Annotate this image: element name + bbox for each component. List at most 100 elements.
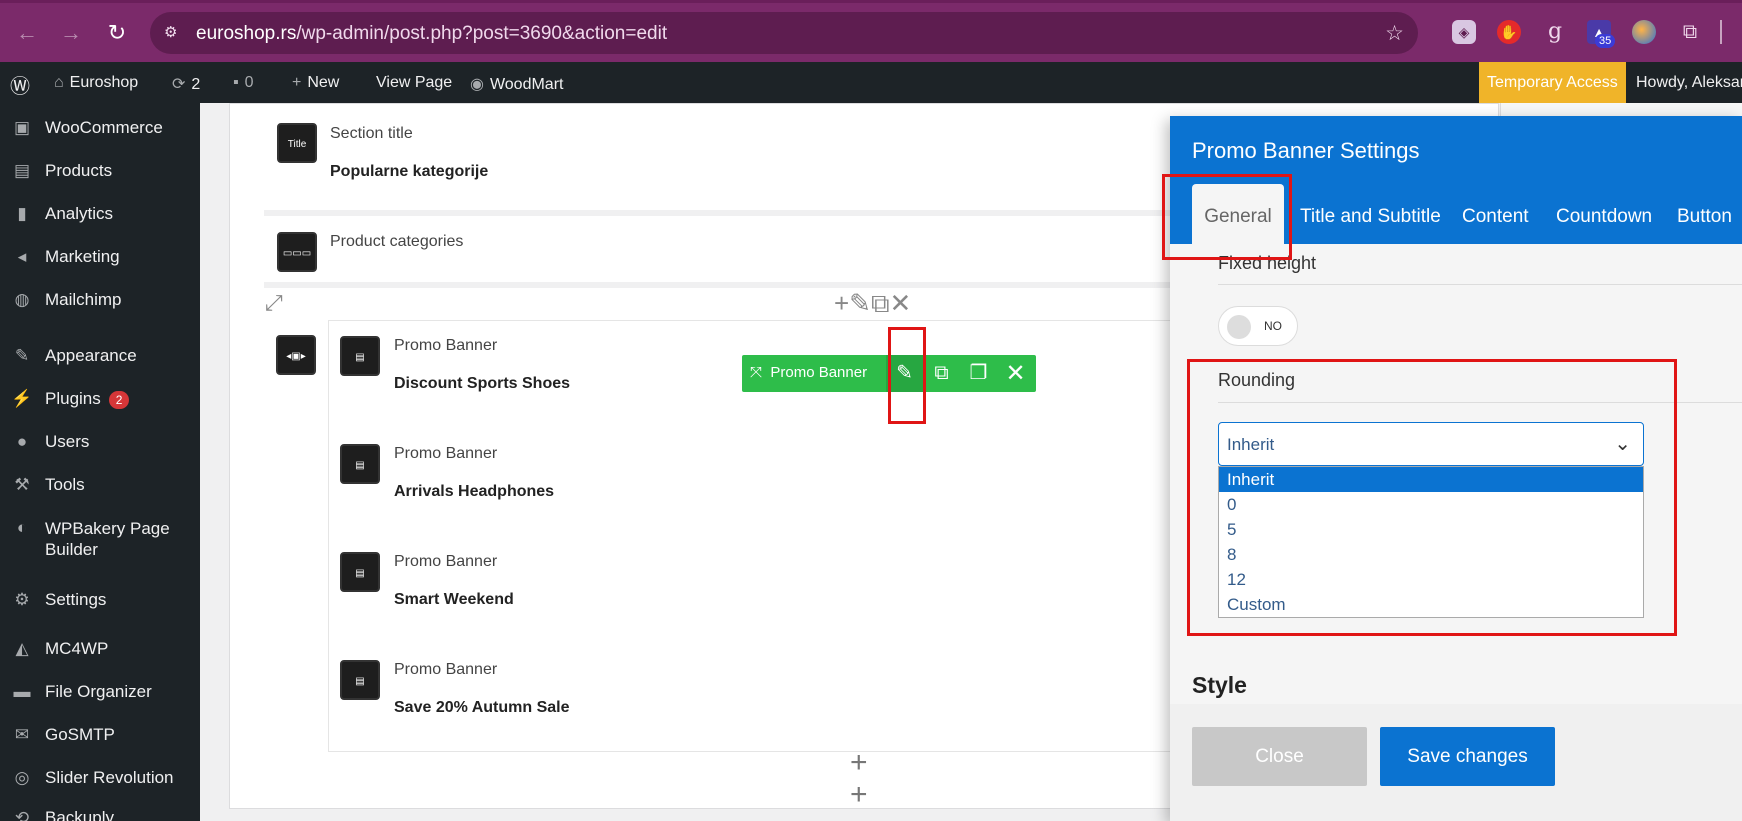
products-icon: ▤ bbox=[13, 161, 31, 180]
mc4wp-icon: ◭ bbox=[15, 639, 29, 658]
promo-banner-value: Discount Sports Shoes bbox=[394, 375, 571, 392]
sidebar-item-backuply[interactable]: ⟲ Backuply bbox=[10, 808, 114, 821]
edit-pencil-icon[interactable]: ✎ bbox=[886, 355, 923, 392]
view-page-link[interactable]: View Page bbox=[376, 74, 452, 92]
temporary-access-link[interactable]: Temporary Access bbox=[1479, 62, 1626, 103]
tab-content[interactable]: Content bbox=[1462, 206, 1529, 228]
mail-icon: ✉ bbox=[14, 725, 30, 744]
promo-banner-element[interactable]: ▤ Promo Banner Smart Weekend bbox=[340, 552, 1210, 632]
sidebar-item-label: Plugins bbox=[45, 389, 101, 408]
promo-banner-element[interactable]: ▤ Promo Banner Arrivals Headphones bbox=[340, 444, 1210, 524]
section-title-value: Popularne kategorije bbox=[330, 163, 489, 180]
wordpress-logo-icon[interactable]: Ⓦ bbox=[10, 70, 30, 99]
rounding-option[interactable]: 5 bbox=[1219, 517, 1643, 542]
toolbar-divider bbox=[1720, 20, 1722, 44]
rounding-option[interactable]: Inherit bbox=[1219, 467, 1643, 492]
grammar-extension-icon[interactable]: g bbox=[1543, 20, 1567, 44]
sidebar-item-mc4wp[interactable]: ◭ MC4WP bbox=[10, 639, 108, 661]
extension-badge: 35 bbox=[1595, 34, 1616, 48]
rounding-option[interactable]: 0 bbox=[1219, 492, 1643, 517]
megaphone-icon: ◂ bbox=[17, 247, 27, 266]
plus-icon: + bbox=[292, 74, 302, 91]
woodmart-link[interactable]: ◉ WoodMart bbox=[470, 74, 563, 94]
tab-strip bbox=[0, 0, 1742, 3]
ball-extension-icon[interactable] bbox=[1632, 20, 1656, 44]
comments-link[interactable]: ▪ 0 bbox=[233, 74, 254, 92]
add-row-button[interactable]: + bbox=[850, 778, 868, 812]
bookmark-star-icon[interactable]: ☆ bbox=[1385, 21, 1404, 46]
sidebar-item-appearance[interactable]: ✎ Appearance bbox=[10, 346, 137, 368]
sidebar-item-wpbakery-page[interactable]: ◐ WPBakery Page Builder bbox=[10, 518, 170, 559]
updates-link[interactable]: ⟳ 2 bbox=[172, 74, 200, 94]
delete-icon[interactable]: ✕ bbox=[997, 355, 1034, 392]
sidebar-item-marketing[interactable]: ◂ Marketing bbox=[10, 247, 120, 269]
promo-banner-carousel-icon: ◂▣▸ bbox=[276, 335, 316, 375]
expand-row-icon[interactable]: ⤢ bbox=[265, 290, 283, 316]
shield-extension-icon[interactable]: ◈ bbox=[1452, 20, 1476, 44]
tab-countdown[interactable]: Countdown bbox=[1556, 206, 1652, 228]
sidebar-item-gosmtp[interactable]: ✉ GoSMTP bbox=[10, 725, 115, 747]
rounding-label: Rounding bbox=[1218, 370, 1296, 390]
sidebar-item-file-organizer[interactable]: ▬ File Organizer bbox=[10, 682, 152, 704]
modal-header: Promo Banner Settings General Title and … bbox=[1170, 116, 1742, 244]
sidebar-item-users[interactable]: ● Users bbox=[10, 432, 90, 454]
fixed-height-toggle[interactable]: NO bbox=[1218, 306, 1298, 346]
sidebar-item-label: Analytics bbox=[45, 204, 114, 223]
site-info-icon[interactable]: ⚙ bbox=[164, 23, 186, 43]
rounding-option[interactable]: 12 bbox=[1219, 567, 1643, 592]
url-domain: euroshop.rs bbox=[196, 23, 297, 44]
address-bar[interactable]: ⚙ euroshop.rs/wp-admin/post.php?post=369… bbox=[150, 12, 1418, 54]
promo-banner-toolbar[interactable]: ⤧ Promo Banner ✎ ⧉ ❐ ✕ bbox=[742, 355, 1036, 392]
reload-icon[interactable]: ↻ bbox=[104, 20, 130, 46]
sidebar-item-label: Appearance bbox=[45, 346, 137, 365]
rounding-option[interactable]: 8 bbox=[1219, 542, 1643, 567]
fixed-height-label: Fixed height bbox=[1218, 253, 1317, 273]
sidebar-item-analytics[interactable]: ▮ Analytics bbox=[10, 204, 113, 226]
sidebar-item-tools[interactable]: ⚒ Tools bbox=[10, 475, 84, 497]
promo-banner-icon: ▤ bbox=[340, 336, 380, 376]
tab-title-and-subtitle[interactable]: Title and Subtitle bbox=[1300, 206, 1441, 228]
updates-count: 2 bbox=[191, 76, 201, 93]
clone-icon[interactable]: ⧉ bbox=[923, 355, 960, 392]
close-button[interactable]: Close bbox=[1192, 727, 1367, 786]
tab-button[interactable]: Button bbox=[1677, 206, 1732, 228]
user-icon: ● bbox=[16, 432, 28, 451]
sidebar-item-label: Slider Revolution bbox=[45, 768, 174, 787]
rounding-option[interactable]: Custom bbox=[1219, 592, 1643, 617]
sidebar-item-label: Users bbox=[45, 432, 90, 451]
sidebar-item-slider-revolution[interactable]: ◎ Slider Revolution bbox=[10, 768, 174, 790]
red-extension-icon[interactable]: ✋ bbox=[1497, 20, 1521, 44]
tab-general[interactable]: General bbox=[1192, 184, 1284, 244]
new-content-link[interactable]: + New bbox=[292, 74, 339, 92]
back-icon[interactable]: ← bbox=[14, 20, 40, 46]
analytics-icon: ▮ bbox=[17, 204, 27, 223]
sidebar-item-plugins[interactable]: ⚡ Plugins 2 bbox=[10, 389, 130, 411]
site-name-link[interactable]: ⌂ Euroshop bbox=[54, 74, 138, 92]
rounding-select[interactable]: Inherit ⌄ bbox=[1218, 422, 1644, 466]
sidebar-item-woocommerce[interactable]: ▣ WooCommerce bbox=[10, 118, 163, 140]
toolbar-label[interactable]: ⤧ Promo Banner bbox=[750, 364, 867, 381]
brush-icon: ✎ bbox=[14, 346, 30, 365]
product-categories-name: Product categories bbox=[330, 233, 464, 250]
sidebar-item-label: WPBakery Page bbox=[45, 519, 170, 538]
save-changes-button[interactable]: Save changes bbox=[1380, 727, 1555, 786]
sidebar-item-label: Backuply bbox=[45, 808, 114, 821]
forward-icon[interactable]: → bbox=[58, 20, 84, 46]
promo-banner-icon: ▤ bbox=[340, 660, 380, 700]
promo-banner-name: Promo Banner bbox=[394, 445, 498, 462]
wp-admin-bar: Ⓦ ⌂ Euroshop ⟳ 2 ▪ 0 + New View Page ◉ WoodMa… bbox=[0, 62, 1742, 103]
promo-banner-element[interactable]: ▤ Promo Banner Save 20% Autumn Sale bbox=[340, 660, 1210, 740]
extensions-puzzle-icon[interactable]: ⧉ bbox=[1678, 20, 1702, 44]
sidebar-item-settings[interactable]: ⚙ Settings bbox=[10, 590, 106, 612]
row-controls[interactable]: +✎⧉✕ bbox=[834, 288, 911, 320]
sidebar-item-mailchimp[interactable]: ◍ Mailchimp bbox=[10, 290, 122, 312]
howdy-user[interactable]: Howdy, Aleksan bbox=[1636, 74, 1742, 92]
url-text[interactable]: euroshop.rs/wp-admin/post.php?post=3690&… bbox=[196, 23, 667, 45]
settings-icon: ⚙ bbox=[14, 590, 30, 609]
sidebar-item-label-line2: Builder bbox=[45, 540, 98, 559]
sidebar-item-label: MC4WP bbox=[45, 639, 109, 658]
add-element-button[interactable]: + bbox=[850, 746, 868, 780]
mailchimp-icon: ◍ bbox=[14, 290, 30, 309]
copy-icon[interactable]: ❐ bbox=[960, 355, 997, 392]
sidebar-item-products[interactable]: ▤ Products bbox=[10, 161, 112, 183]
